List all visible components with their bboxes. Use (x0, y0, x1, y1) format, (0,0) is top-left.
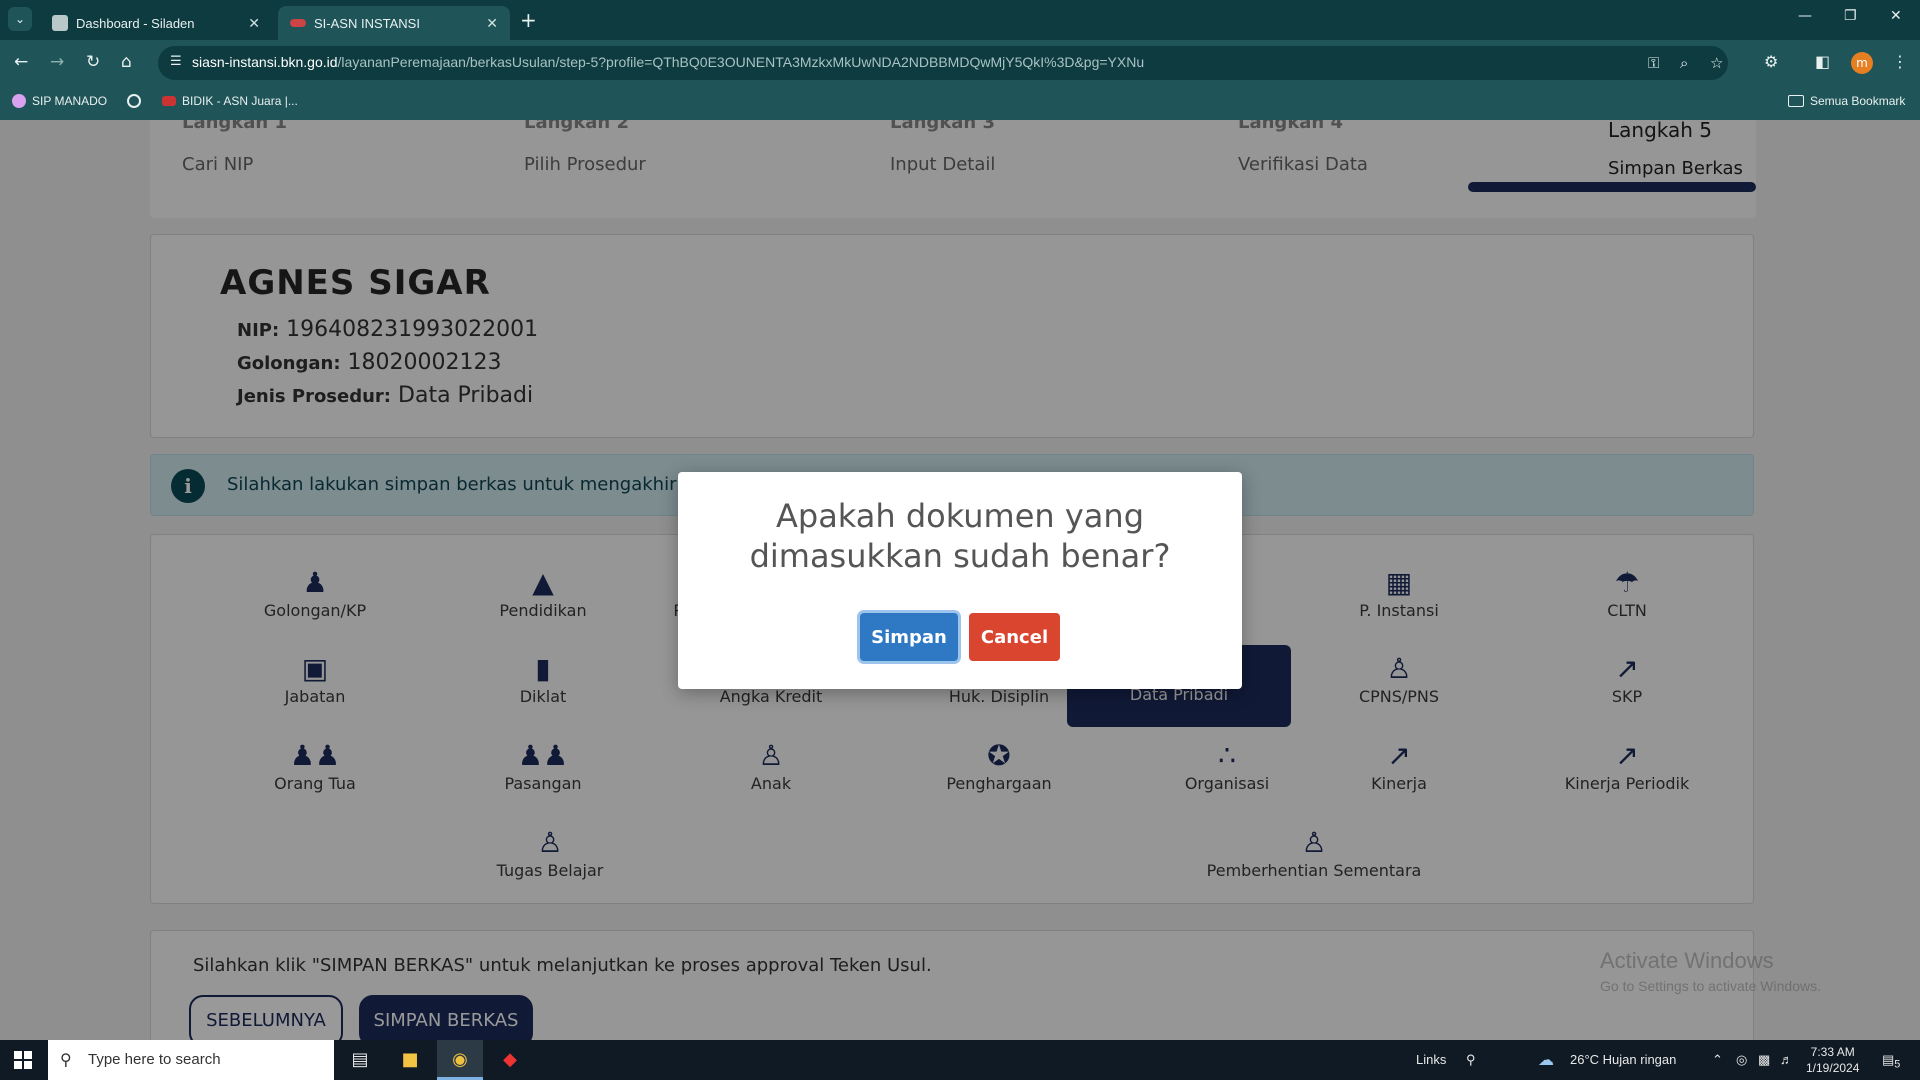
close-tab-icon[interactable]: ✕ (248, 15, 260, 32)
bookmark-favicon-icon (12, 94, 26, 108)
bookmark-label: Semua Bookmark (1810, 94, 1906, 108)
chevron-up-icon[interactable]: ⌃ (1712, 1052, 1723, 1068)
url-text[interactable]: siasn-instansi.bkn.go.id/layananPeremaja… (192, 54, 1144, 70)
bookmark-label: BIDIK - ASN Juara |... (182, 94, 298, 108)
clock[interactable]: 7:33 AM 1/19/2024 (1806, 1044, 1859, 1076)
globe-icon (127, 94, 141, 108)
cancel-button[interactable]: Cancel (969, 613, 1060, 661)
links-toolbar[interactable]: Links (1416, 1052, 1446, 1067)
url-path: /layananPeremajaan/berkasUsulan/step-5?p… (337, 54, 1145, 70)
close-window-icon[interactable]: ✕ (1890, 8, 1902, 24)
tab-dashboard-siladen[interactable]: Dashboard - Siladen ✕ (40, 6, 272, 40)
close-tab-icon[interactable]: ✕ (486, 15, 498, 32)
side-panel-icon[interactable]: ◧ (1815, 52, 1830, 71)
favicon-icon (52, 15, 68, 31)
people-icon[interactable]: ⚲ (1466, 1052, 1476, 1068)
taskbar-search[interactable]: ⚲ Type here to search (48, 1040, 334, 1080)
dialog-title: Apakah dokumen yang dimasukkan sudah ben… (749, 497, 1171, 575)
bookmark-sip-manado[interactable]: SIP MANADO (12, 94, 107, 108)
bookmark-globe[interactable] (127, 94, 141, 108)
windows-taskbar: ⚲ Type here to search ▤ ■ ◉ ◆ Links ⚲ ☁ … (0, 1040, 1920, 1080)
zoom-icon[interactable]: ⌕ (1680, 54, 1688, 72)
browser-toolbar: ← → ↻ ⌂ ☰ siasn-instansi.bkn.go.id/layan… (0, 40, 1920, 86)
simpan-confirm-button[interactable]: Simpan (860, 613, 958, 661)
profile-avatar[interactable]: m (1851, 52, 1873, 74)
tab-search-icon[interactable]: ⌄ (8, 7, 32, 31)
volume-icon[interactable]: ♬ (1780, 1052, 1793, 1067)
home-icon[interactable]: ⌂ (121, 52, 132, 72)
search-placeholder: Type here to search (88, 1051, 221, 1068)
url-host: siasn-instansi.bkn.go.id (192, 54, 338, 70)
extensions-icon[interactable]: ⚙ (1764, 52, 1778, 71)
network-icon[interactable]: ▩ (1758, 1052, 1770, 1068)
bookmark-bidik[interactable]: BIDIK - ASN Juara |... (162, 94, 298, 108)
tab-title: SI-ASN INSTANSI (314, 15, 420, 31)
bookmark-folder-all[interactable]: Semua Bookmark (1788, 94, 1905, 108)
bookmarks-bar: SIP MANADO BIDIK - ASN Juara |... Semua … (0, 86, 1920, 120)
tab-si-asn-instansi[interactable]: SI-ASN INSTANSI ✕ (278, 6, 510, 40)
favicon-icon (290, 19, 306, 27)
weather-cloud-icon[interactable]: ☁ (1538, 1050, 1554, 1070)
bookmark-label: SIP MANADO (32, 94, 108, 108)
folder-icon (1788, 95, 1804, 107)
site-info-icon[interactable]: ☰ (170, 54, 182, 69)
search-icon: ⚲ (60, 1050, 72, 1069)
app-icon[interactable]: ◆ (487, 1040, 533, 1080)
chrome-icon[interactable]: ◉ (437, 1040, 483, 1080)
notifications-icon[interactable]: ▤5 (1882, 1052, 1900, 1071)
camera-icon[interactable]: ◎ (1736, 1052, 1747, 1068)
task-view-icon[interactable]: ▤ (337, 1040, 383, 1080)
minimize-icon[interactable]: — (1798, 8, 1812, 24)
bookmark-star-icon[interactable]: ☆ (1710, 54, 1723, 72)
reload-icon[interactable]: ↻ (86, 52, 100, 72)
key-icon[interactable]: ⚿ (1648, 54, 1659, 72)
new-tab-icon[interactable]: + (520, 8, 537, 32)
tab-title: Dashboard - Siladen (76, 15, 195, 31)
weather-text[interactable]: 26°C Hujan ringan (1570, 1052, 1676, 1067)
back-icon[interactable]: ← (14, 52, 28, 72)
address-bar[interactable]: ☰ siasn-instansi.bkn.go.id/layananPerema… (158, 46, 1728, 80)
confirm-dialog: Apakah dokumen yang dimasukkan sudah ben… (678, 472, 1242, 689)
browser-tab-bar: ⌄ Dashboard - Siladen ✕ SI-ASN INSTANSI … (0, 0, 1920, 40)
windows-start-icon[interactable] (14, 1051, 32, 1069)
file-explorer-icon[interactable]: ■ (387, 1040, 433, 1080)
restore-icon[interactable]: ❐ (1844, 8, 1857, 24)
menu-kebab-icon[interactable]: ⋮ (1892, 52, 1908, 71)
bookmark-favicon-icon (162, 96, 176, 106)
forward-icon[interactable]: → (50, 52, 64, 72)
